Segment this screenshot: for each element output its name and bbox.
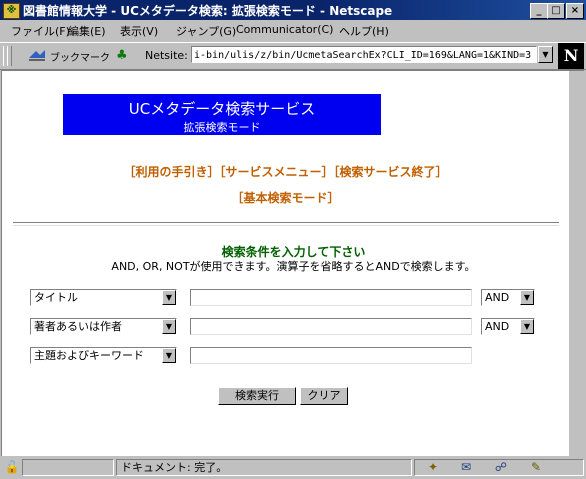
url-dropdown-icon[interactable]: ▼ xyxy=(538,46,553,63)
url-input[interactable]: i-bin/ulis/z/bin/UcmetaSearchEx?CLI_ID=1… xyxy=(191,46,537,63)
status-bar: 🔓 ドキュメント: 完了。 ✦ ✉ ☍ ✎ xyxy=(0,457,586,479)
toolbar-grip[interactable] xyxy=(7,46,12,66)
maximize-icon[interactable]: □ xyxy=(547,3,565,19)
bookmarks-button[interactable]: ブックマーク xyxy=(50,49,110,64)
chevron-down-icon[interactable]: ▼ xyxy=(162,348,176,363)
window-title: 図書館情報大学 - UCメタデータ検索: 拡張検索モード - Netscape xyxy=(23,4,393,18)
field-select-3-value: 主題およびキーワード xyxy=(34,349,144,362)
link-guide[interactable]: ［利用の手引き］ xyxy=(123,165,219,179)
status-text: ドキュメント: 完了。 xyxy=(116,459,412,476)
menu-communicator[interactable]: Communicator(C) xyxy=(236,23,333,36)
mail-icon[interactable]: ✉ xyxy=(455,460,477,474)
menu-bar: ファイル(F) 編集(E) 表示(V) ジャンプ(G) Communicator… xyxy=(0,20,586,40)
progress-bar xyxy=(22,459,114,476)
nav-links: ［利用の手引き］［サービスメニュー］［検索サービス終了］ xyxy=(2,163,569,180)
chevron-down-icon[interactable]: ▼ xyxy=(162,319,176,334)
location-label: Netsite: xyxy=(145,49,188,62)
operator-select-1-value: AND xyxy=(485,291,510,304)
operator-select-2[interactable]: AND ▼ xyxy=(481,318,535,335)
close-icon[interactable]: × xyxy=(566,3,584,19)
clear-button[interactable]: クリア xyxy=(300,387,348,405)
navigator-icon[interactable]: ✦ xyxy=(424,460,442,474)
link-service-menu[interactable]: ［サービスメニュー］ xyxy=(219,165,333,179)
menu-view[interactable]: 表示(V) xyxy=(120,23,158,39)
menu-go[interactable]: ジャンプ(G) xyxy=(176,23,236,39)
menu-help[interactable]: ヘルプ(H) xyxy=(339,23,389,39)
search-button[interactable]: 検索実行 xyxy=(218,387,296,405)
field-select-2[interactable]: 著者あるいは作者 ▼ xyxy=(30,318,177,335)
page-content: UCメタデータ検索サービス 拡張検索モード ［利用の手引き］［サービスメニュー］… xyxy=(1,69,585,456)
field-select-1-value: タイトル xyxy=(34,291,78,304)
menu-file[interactable]: ファイル(F) xyxy=(11,23,70,39)
minimize-icon[interactable]: _ xyxy=(530,3,548,19)
service-title: UCメタデータ検索サービス xyxy=(128,100,316,118)
discussion-icon[interactable]: ☍ xyxy=(490,460,512,474)
netscape-logo[interactable]: N xyxy=(558,43,584,69)
lock-icon[interactable]: 🔓 xyxy=(4,460,20,474)
chevron-down-icon[interactable]: ▼ xyxy=(520,319,534,334)
bookmark-icon[interactable] xyxy=(28,48,46,62)
link-basic-search[interactable]: ［基本検索モード］ xyxy=(231,191,339,205)
menu-edit[interactable]: 編集(E) xyxy=(68,23,106,39)
field-select-1[interactable]: タイトル ▼ xyxy=(30,289,177,306)
search-input-1[interactable] xyxy=(190,289,472,306)
form-instructions: AND, OR, NOTが使用できます。演算子を省略するとANDで検索します。 xyxy=(111,260,476,273)
divider xyxy=(13,222,559,226)
location-icon[interactable]: ♣ xyxy=(116,48,130,64)
composer-icon[interactable]: ✎ xyxy=(525,460,547,474)
service-banner: UCメタデータ検索サービス 拡張検索モード xyxy=(63,94,381,135)
ulis-icon: ※ xyxy=(3,3,20,19)
field-select-2-value: 著者あるいは作者 xyxy=(34,320,122,333)
vertical-scrollbar[interactable] xyxy=(569,71,585,456)
service-subtitle: 拡張検索モード xyxy=(183,121,261,134)
chevron-down-icon[interactable]: ▼ xyxy=(162,290,176,305)
operator-select-2-value: AND xyxy=(485,320,510,333)
window-titlebar[interactable]: ※ 図書館情報大学 - UCメタデータ検索: 拡張検索モード - Netscap… xyxy=(0,0,586,20)
location-toolbar: ブックマーク ♣ Netsite: i-bin/ulis/z/bin/Ucmet… xyxy=(0,42,586,70)
nav-links-2: ［基本検索モード］ xyxy=(2,189,569,206)
search-input-2[interactable] xyxy=(190,318,472,335)
field-select-3[interactable]: 主題およびキーワード ▼ xyxy=(30,347,177,364)
operator-select-1[interactable]: AND ▼ xyxy=(481,289,535,306)
chevron-down-icon[interactable]: ▼ xyxy=(520,290,534,305)
link-exit-service[interactable]: ［検索サービス終了］ xyxy=(334,165,448,179)
search-input-3[interactable] xyxy=(190,347,472,364)
